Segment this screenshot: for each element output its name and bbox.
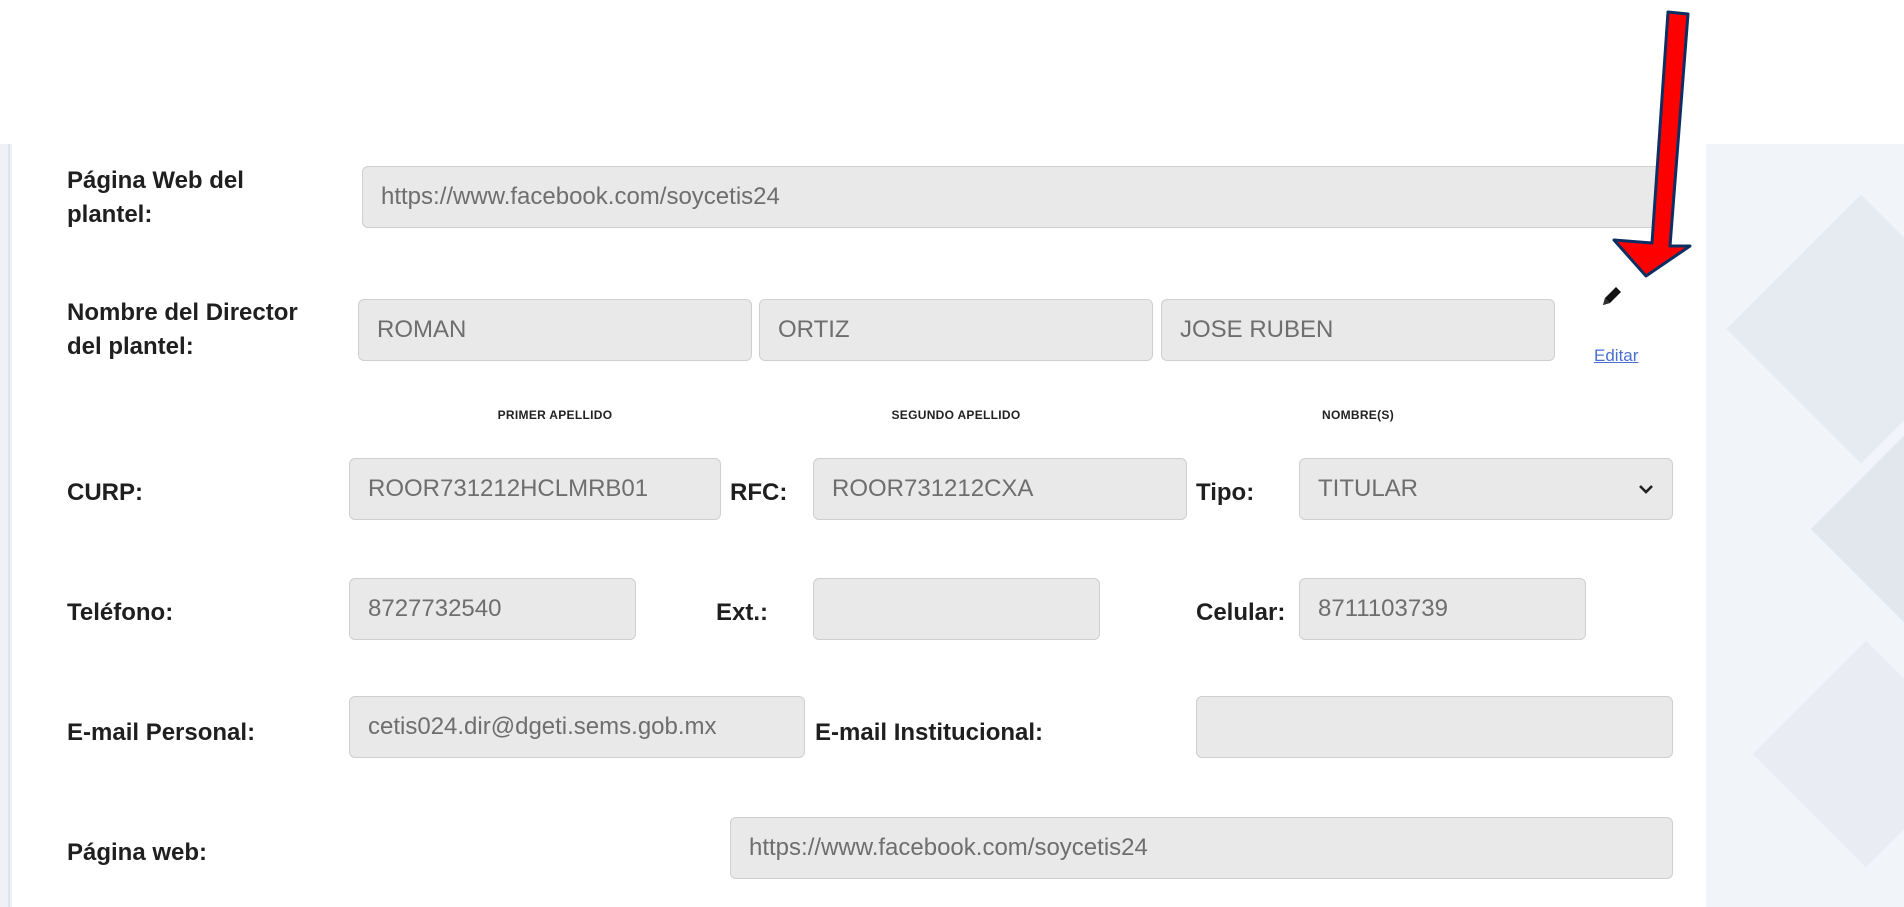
director-segundo-apellido-field[interactable]: ORTIZ <box>759 299 1153 361</box>
chevron-down-icon <box>1638 483 1654 495</box>
email-personal-field[interactable]: cetis024.dir@dgeti.sems.gob.mx <box>349 696 805 758</box>
telefono-field[interactable]: 8727732540 <box>349 578 636 640</box>
sublabel-nombres: NOMBRE(S) <box>1321 408 1395 422</box>
edit-director-link[interactable]: Editar <box>1594 346 1638 366</box>
pagina-web-field[interactable]: https://www.facebook.com/soycetis24 <box>730 817 1673 879</box>
tipo-selected-value: TITULAR <box>1318 475 1419 502</box>
sublabel-primer-apellido: PRIMER APELLIDO <box>497 408 613 422</box>
pagina-web-label: Página web: <box>67 839 208 866</box>
director-primer-apellido-field[interactable]: ROMAN <box>358 299 752 361</box>
decorative-background <box>1706 144 1904 907</box>
red-arrow-annotation <box>1612 10 1692 278</box>
pencil-icon[interactable] <box>1600 284 1624 313</box>
tipo-select[interactable]: TITULAR <box>1299 458 1673 520</box>
ext-field[interactable] <box>813 578 1100 640</box>
email-personal-label: E-mail Personal: <box>67 719 256 746</box>
curp-label: CURP: <box>67 479 143 506</box>
rfc-label: RFC: <box>730 479 788 506</box>
sublabel-segundo-apellido: SEGUNDO APELLIDO <box>891 408 1021 422</box>
telefono-label: Teléfono: <box>67 599 174 626</box>
ext-label: Ext.: <box>716 599 769 626</box>
web-plantel-field[interactable]: https://www.facebook.com/soycetis24 <box>362 166 1672 228</box>
tipo-label: Tipo: <box>1196 479 1255 506</box>
email-institucional-label: E-mail Institucional: <box>815 719 1044 746</box>
celular-label: Celular: <box>1196 599 1286 626</box>
director-label: Nombre del Director del plantel: <box>67 299 298 360</box>
panel-left-edge <box>0 144 12 907</box>
email-institucional-field[interactable] <box>1196 696 1673 758</box>
celular-field[interactable]: 8711103739 <box>1299 578 1586 640</box>
rfc-field[interactable]: ROOR731212CXA <box>813 458 1187 520</box>
director-nombres-field[interactable]: JOSE RUBEN <box>1161 299 1555 361</box>
web-plantel-label: Página Web del plantel: <box>67 167 244 228</box>
curp-field[interactable]: ROOR731212HCLMRB01 <box>349 458 721 520</box>
